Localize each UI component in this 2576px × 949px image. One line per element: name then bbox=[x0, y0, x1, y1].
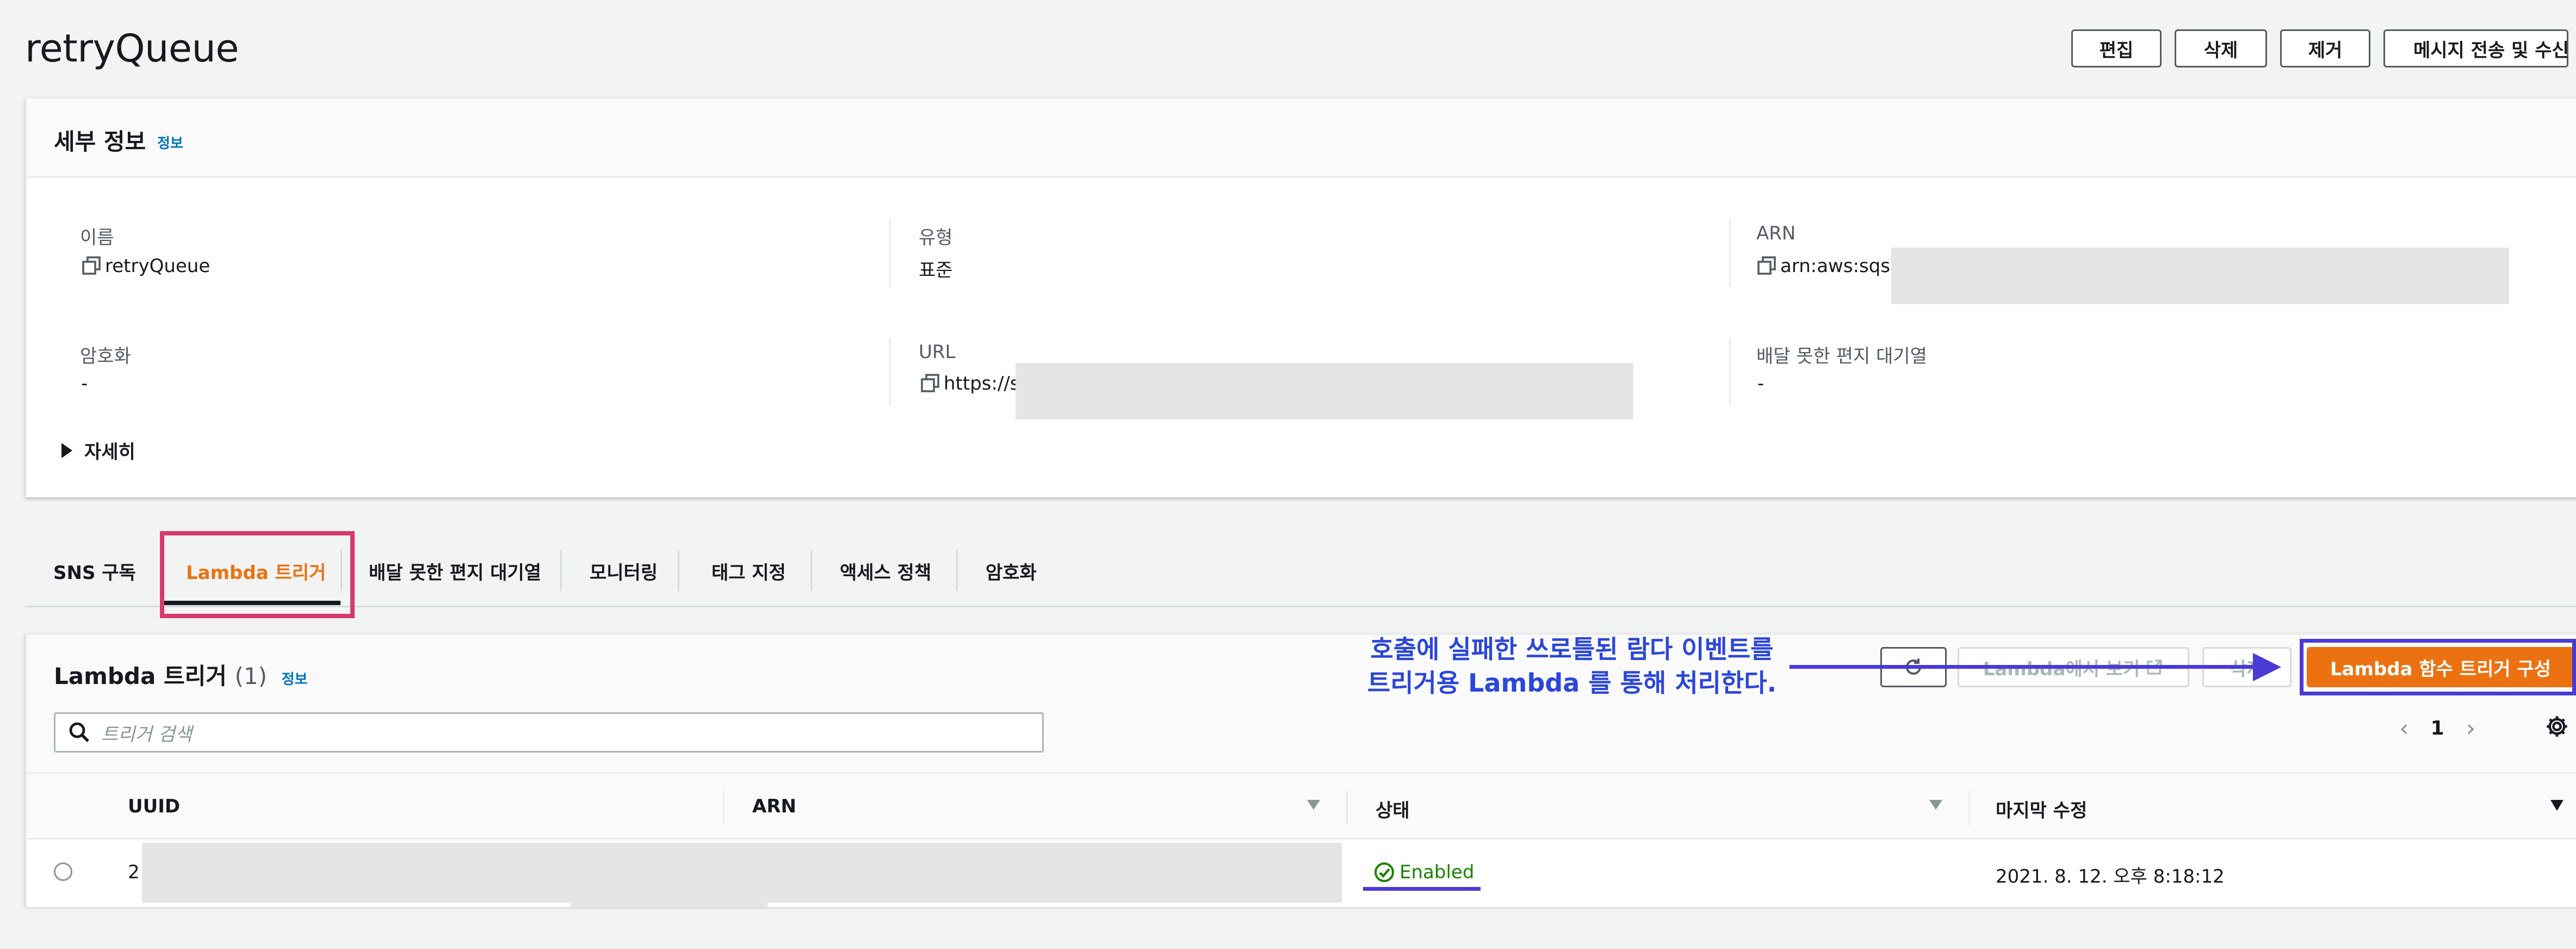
encryption-value: - bbox=[81, 373, 88, 395]
caret-right-icon bbox=[61, 442, 72, 458]
lambda-panel-title: Lambda 트리거 (1) 정보 bbox=[54, 658, 307, 691]
tab-access-policy[interactable]: 액세스 정책 bbox=[840, 552, 931, 590]
arn-label: ARN bbox=[1756, 223, 1796, 244]
details-header: 세부 정보 정보 bbox=[27, 98, 2576, 178]
tab-monitoring[interactable]: 모니터링 bbox=[590, 552, 658, 590]
tab-bar: SNS 구독 Lambda 트리거 배달 못한 편지 대기열 모니터링 태그 지… bbox=[25, 531, 2576, 607]
column-separator bbox=[723, 790, 725, 825]
sort-descending-icon[interactable] bbox=[2550, 800, 2563, 811]
send-receive-button[interactable]: 메시지 전송 및 수신 bbox=[2383, 29, 2569, 67]
delete-button[interactable]: 삭제 bbox=[2175, 29, 2267, 67]
status-underline-annotation bbox=[1363, 887, 1481, 891]
name-value: retryQueue bbox=[81, 255, 210, 277]
column-header-arn[interactable]: ARN bbox=[752, 796, 796, 817]
annotation-text: 호출에 실패한 쓰로틀된 람다 이벤트를 트리거용 Lambda 를 통해 처리… bbox=[1349, 632, 1795, 700]
url-text: https://s bbox=[944, 373, 1020, 395]
settings-gear-icon[interactable] bbox=[2545, 714, 2569, 738]
dlq-value: - bbox=[1757, 373, 1764, 395]
type-value: 표준 bbox=[919, 260, 953, 281]
copy-icon[interactable] bbox=[81, 255, 103, 277]
url-value: https://s bbox=[920, 373, 1020, 395]
column-header-last-modified[interactable]: 마지막 수정 bbox=[1996, 796, 2087, 822]
edit-button[interactable]: 편집 bbox=[2071, 29, 2162, 67]
tab-separator bbox=[678, 550, 679, 591]
column-header-uuid[interactable]: UUID bbox=[128, 796, 180, 817]
search-placeholder: 트리거 검색 bbox=[101, 723, 193, 745]
copy-icon[interactable] bbox=[1756, 255, 1778, 277]
name-label: 이름 bbox=[80, 227, 114, 249]
table-row[interactable]: 2 Enabled 2021. 8. 12. 오후 8:18:12 bbox=[27, 840, 2576, 907]
type-label: 유형 bbox=[919, 227, 953, 249]
lambda-panel-header: Lambda 트리거 (1) 정보 트리거 검색 Lambda에서 보기 삭제 … bbox=[27, 635, 2576, 772]
annotation-line-2: 트리거용 Lambda 를 통해 처리한다. bbox=[1367, 668, 1777, 698]
tab-encryption[interactable]: 암호화 bbox=[986, 552, 1037, 590]
search-icon bbox=[69, 722, 89, 742]
expander-label: 자세히 bbox=[84, 441, 135, 463]
redacted-row-data bbox=[571, 899, 767, 907]
current-page[interactable]: 1 bbox=[2431, 717, 2444, 740]
arn-text: arn:aws:sqs:a bbox=[1780, 255, 1908, 277]
redacted-row-data bbox=[142, 843, 1342, 903]
chevron-right-icon[interactable]: › bbox=[2466, 714, 2476, 742]
name-text: retryQueue bbox=[105, 255, 210, 277]
arn-value: arn:aws:sqs:a bbox=[1756, 255, 1908, 277]
sqs-queue-page: retryQueue 편집 삭제 제거 메시지 전송 및 수신 세부 정보 정보… bbox=[0, 0, 2576, 949]
row-select-radio[interactable] bbox=[54, 862, 72, 881]
pagination: ‹ 1 › bbox=[2399, 714, 2475, 742]
column-header-status[interactable]: 상태 bbox=[1376, 796, 1410, 822]
row-uuid: 2 bbox=[128, 861, 140, 883]
tab-separator bbox=[810, 550, 812, 591]
chevron-left-icon[interactable]: ‹ bbox=[2399, 714, 2409, 742]
column-separator bbox=[1346, 790, 1348, 825]
lambda-triggers-panel: Lambda 트리거 (1) 정보 트리거 검색 Lambda에서 보기 삭제 … bbox=[25, 633, 2576, 907]
details-info-link[interactable]: 정보 bbox=[157, 132, 183, 152]
purge-button[interactable]: 제거 bbox=[2280, 29, 2370, 67]
encryption-label: 암호화 bbox=[80, 346, 131, 367]
column-divider bbox=[889, 219, 891, 287]
sort-icon[interactable] bbox=[1307, 800, 1320, 810]
tab-separator bbox=[560, 550, 562, 591]
details-title: 세부 정보 bbox=[54, 128, 146, 155]
table-header: UUID ARN 상태 마지막 수정 bbox=[27, 772, 2576, 840]
column-divider bbox=[1729, 219, 1731, 287]
tab-sns-subscriptions[interactable]: SNS 구독 bbox=[53, 552, 136, 590]
arrow-head-icon bbox=[2253, 653, 2281, 681]
column-separator bbox=[1968, 790, 1970, 825]
page-title: retryQueue bbox=[25, 26, 239, 71]
check-circle-icon bbox=[1374, 862, 1394, 882]
annotation-arrow bbox=[1789, 665, 2256, 669]
tab-tagging[interactable]: 태그 지정 bbox=[711, 552, 786, 590]
row-last-modified: 2021. 8. 12. 오후 8:18:12 bbox=[1996, 866, 2225, 888]
lambda-info-link[interactable]: 정보 bbox=[282, 671, 308, 688]
tab-highlight-annotation bbox=[160, 531, 355, 618]
column-divider bbox=[1729, 338, 1731, 405]
annotation-line-1: 호출에 실패한 쓰로틀된 람다 이벤트를 bbox=[1370, 634, 1774, 664]
url-label: URL bbox=[919, 341, 956, 363]
tab-dead-letter-queue[interactable]: 배달 못한 편지 대기열 bbox=[369, 552, 541, 590]
details-expander[interactable]: 자세히 bbox=[61, 437, 135, 464]
sort-icon[interactable] bbox=[1929, 800, 1942, 810]
redacted-arn bbox=[1891, 248, 2509, 304]
trigger-count: (1) bbox=[234, 663, 268, 689]
row-status-text: Enabled bbox=[1400, 861, 1475, 883]
details-panel: 세부 정보 정보 이름 retryQueue 유형 표준 ARN arn:aws… bbox=[25, 97, 2576, 497]
configure-button-highlight bbox=[2300, 639, 2576, 695]
lambda-panel-title-text: Lambda 트리거 bbox=[54, 663, 227, 689]
dlq-label: 배달 못한 편지 대기열 bbox=[1756, 346, 1927, 367]
redacted-url bbox=[1015, 363, 1633, 420]
tab-separator bbox=[956, 550, 958, 591]
trigger-search-input[interactable]: 트리거 검색 bbox=[54, 712, 1044, 753]
column-divider bbox=[889, 338, 891, 405]
row-status: Enabled bbox=[1373, 861, 1474, 883]
copy-icon[interactable] bbox=[920, 373, 942, 395]
